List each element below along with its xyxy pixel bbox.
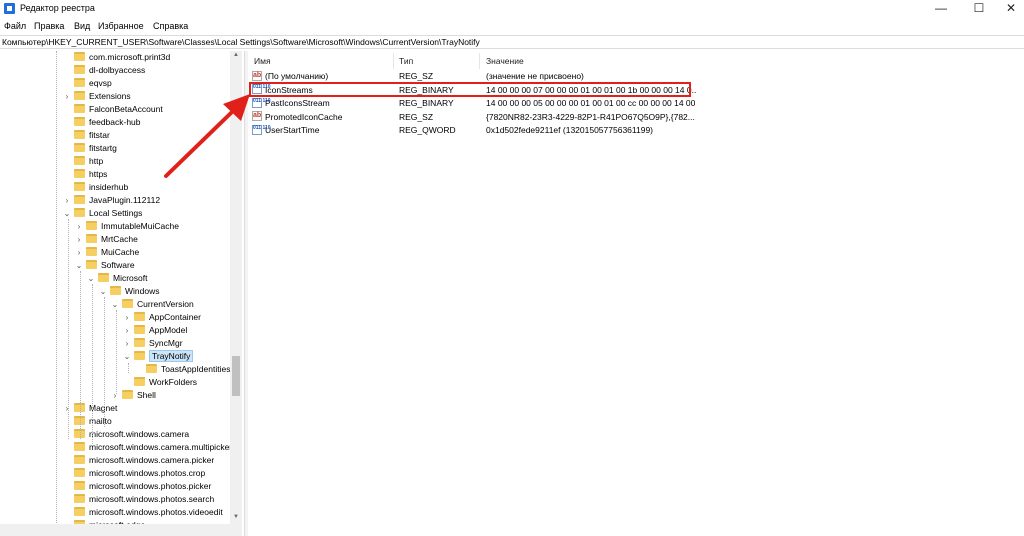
annotation-arrow [164,94,250,178]
